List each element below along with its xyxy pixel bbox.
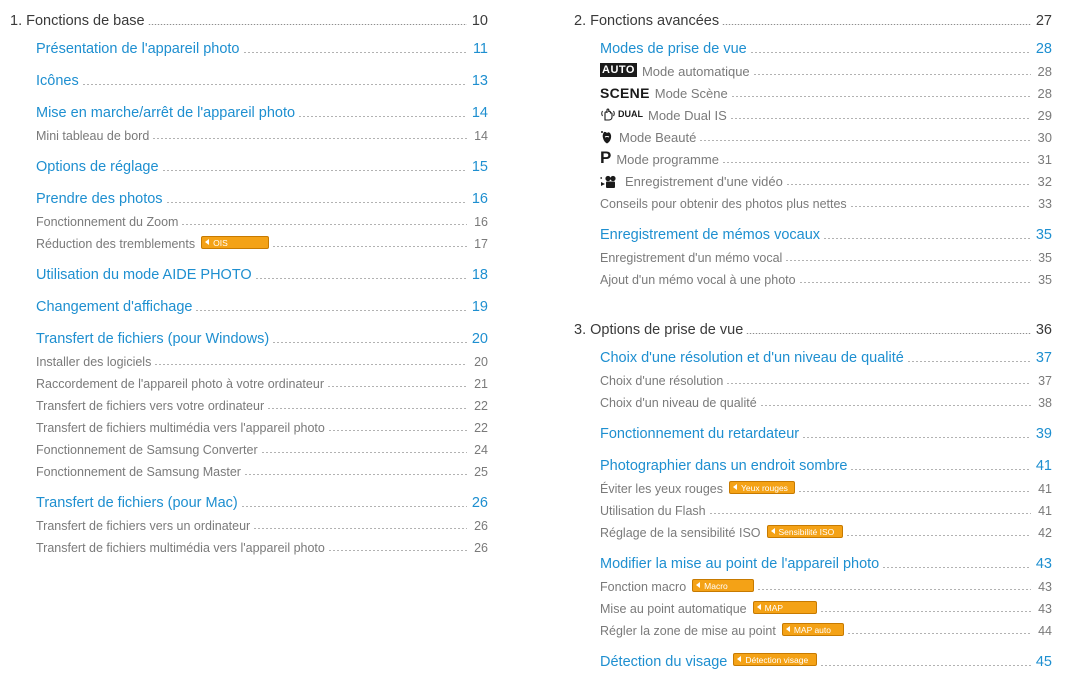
toc-entry[interactable]: Fonctionnement de Samsung Converter 24 xyxy=(36,438,488,457)
dual-is-hand-icon: DUAL xyxy=(600,107,643,121)
scene-mode-icon: SCENE xyxy=(600,85,650,101)
toc-entry[interactable]: Régler la zone de mise au point MAP auto 4… xyxy=(600,619,1052,638)
toc-section-heading[interactable]: 1. Fonctions de base 10 xyxy=(10,8,488,29)
mode-badge: MAP xyxy=(752,601,817,614)
toc-entry[interactable]: Raccordement de l'appareil photo à votre… xyxy=(36,372,488,391)
toc-entry[interactable]: Enregistrement d'une vidéo 32 xyxy=(600,170,1052,189)
toc-entry[interactable]: Mini tableau de bord 14 xyxy=(36,124,488,143)
toc-subheading[interactable]: Modifier la mise au point de l'appareil … xyxy=(600,549,1052,572)
beauty-face-icon xyxy=(600,130,614,145)
toc-entry[interactable]: Fonctionnement du Zoom 16 xyxy=(36,210,488,229)
toc-subheading[interactable]: Modes de prise de vue 28 xyxy=(600,34,1052,57)
toc-entry[interactable]: Mode Beauté 30 xyxy=(600,126,1052,145)
toc-entry[interactable]: Installer des logiciels 20 xyxy=(36,350,488,369)
toc-subheading[interactable]: Changement d'affichage 19 xyxy=(36,292,488,315)
toc-subheading[interactable]: Mise en marche/arrêt de l'appareil photo… xyxy=(36,98,488,121)
auto-mode-icon: AUTO xyxy=(600,63,637,77)
toc-subheading[interactable]: Enregistrement de mémos vocaux 35 xyxy=(600,220,1052,243)
toc-subheading[interactable]: Détection du visage Détection visage 45 xyxy=(600,647,1052,670)
toc-entry[interactable]: Fonction macro Macro 43 xyxy=(600,575,1052,594)
toc-entry[interactable]: SCENE Mode Scène 28 xyxy=(600,82,1052,101)
toc-subheading[interactable]: Utilisation du mode AIDE PHOTO 18 xyxy=(36,260,488,283)
toc-entry[interactable]: Réglage de la sensibilité ISO Sensibilité… xyxy=(600,521,1052,540)
mode-badge: Détection visage xyxy=(733,653,818,666)
toc-entry[interactable]: Transfert de fichiers multimédia vers l'… xyxy=(36,536,488,555)
toc-entry[interactable]: Fonctionnement de Samsung Master 25 xyxy=(36,460,488,479)
toc-entry[interactable]: Transfert de fichiers multimédia vers l'… xyxy=(36,416,488,435)
toc-subheading[interactable]: Options de réglage 15 xyxy=(36,152,488,175)
toc-entry[interactable]: AUTO Mode automatique 28 xyxy=(600,60,1052,79)
toc-section-heading[interactable]: 3. Options de prise de vue 36 xyxy=(574,317,1052,338)
toc-column-left: 1. Fonctions de base 10 Présentation de l… xyxy=(10,8,488,555)
toc-entry[interactable]: Transfert de fichiers vers un ordinateur… xyxy=(36,514,488,533)
mode-badge: Sensibilité ISO xyxy=(766,525,843,538)
toc-subheading[interactable]: Transfert de fichiers (pour Windows) 20 xyxy=(36,324,488,347)
toc-section-heading[interactable]: 2. Fonctions avancées 27 xyxy=(574,8,1052,29)
toc-entry[interactable]: Transfert de fichiers vers votre ordinat… xyxy=(36,394,488,413)
mode-badge: OIS xyxy=(201,236,270,249)
mode-badge: Yeux rouges xyxy=(728,481,795,494)
toc-subheading[interactable]: Présentation de l'appareil photo 11 xyxy=(36,34,488,57)
toc-subheading[interactable]: Choix d'une résolution et d'un niveau de… xyxy=(600,343,1052,366)
toc-entry[interactable]: Mise au point automatique MAP 43 xyxy=(600,597,1052,616)
mode-badge: MAP auto xyxy=(781,623,844,636)
toc-entry[interactable]: P Mode programme 31 xyxy=(600,148,1052,167)
movie-camera-icon xyxy=(600,175,620,189)
toc-entry[interactable]: Utilisation du Flash 41 xyxy=(600,499,1052,518)
toc-entry[interactable]: DUAL Mode Dual IS 29 xyxy=(600,104,1052,123)
toc-entry[interactable]: Choix d'une résolution 37 xyxy=(600,369,1052,388)
toc-entry[interactable]: Réduction des tremblements OIS 17 xyxy=(36,232,488,251)
toc-subheading[interactable]: Photographier dans un endroit sombre 41 xyxy=(600,451,1052,474)
toc-entry[interactable]: Enregistrement d'un mémo vocal 35 xyxy=(600,246,1052,265)
toc-entry[interactable]: Éviter les yeux rouges Yeux rouges 41 xyxy=(600,477,1052,496)
toc-subheading[interactable]: Fonctionnement du retardateur 39 xyxy=(600,419,1052,442)
toc-column-right: 2. Fonctions avancées 27 Modes de prise d… xyxy=(574,8,1052,670)
toc-entry[interactable]: Choix d'un niveau de qualité 38 xyxy=(600,391,1052,410)
toc-entry[interactable]: Ajout d'un mémo vocal à une photo 35 xyxy=(600,268,1052,287)
toc-subheading[interactable]: Transfert de fichiers (pour Mac) 26 xyxy=(36,488,488,511)
toc-subheading[interactable]: Prendre des photos 16 xyxy=(36,184,488,207)
mode-badge: Macro xyxy=(692,579,755,592)
toc-subheading[interactable]: Icônes 13 xyxy=(36,66,488,89)
toc-entry[interactable]: Conseils pour obtenir des photos plus ne… xyxy=(600,192,1052,211)
program-mode-icon: P xyxy=(600,148,612,167)
